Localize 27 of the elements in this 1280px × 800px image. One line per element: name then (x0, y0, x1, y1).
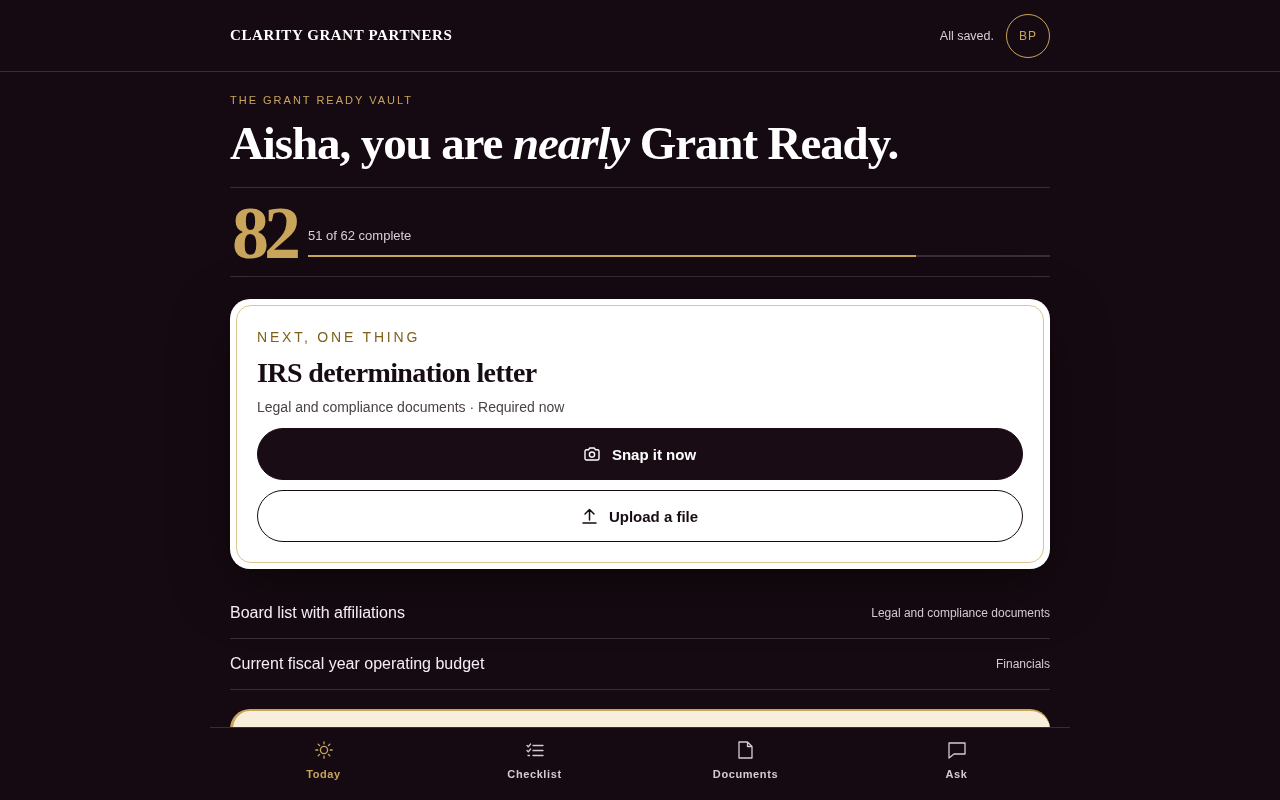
nav-tab[interactable]: Checklist (429, 728, 640, 800)
checklist-icon (525, 742, 544, 758)
document-icon (738, 741, 753, 759)
task-meta: Legal and compliance documents · Required now (257, 398, 566, 416)
page-heading: Aisha, you are nearly Grant Ready. (230, 117, 1050, 188)
task-title: IRS determination letter (257, 357, 538, 389)
chat-bubble-icon (947, 741, 966, 759)
item-category: Legal and compliance documents (871, 606, 1050, 620)
save-status: All saved. (939, 28, 994, 43)
section-eyebrow: THE GRANT READY VAULT (230, 94, 414, 107)
nav-tab[interactable]: Documents (640, 728, 851, 800)
progress-caption: 51 of 62 complete (308, 228, 413, 244)
queue-row[interactable]: Board list with affiliations Legal and compliance documents (230, 588, 1050, 639)
brand-name: CLARITY GRANT PARTNERS (230, 27, 453, 44)
camera-icon (583, 447, 600, 461)
nav-tab[interactable]: Ask (851, 728, 1062, 800)
card-eyebrow: NEXT, ONE THING (257, 329, 422, 345)
item-title: Current fiscal year operating budget (230, 655, 485, 673)
score-number: 82 (231, 202, 296, 264)
nav-tab[interactable]: Today (218, 728, 429, 800)
snap-button[interactable]: Snap it now (257, 428, 1023, 480)
upload-icon (581, 508, 597, 524)
sun-icon (314, 741, 333, 759)
item-title: Board list with affiliations (230, 604, 405, 622)
upload-button[interactable]: Upload a file (257, 490, 1023, 542)
item-category: Financials (995, 657, 1050, 671)
queue-row[interactable]: Current fiscal year operating budget Financials (230, 639, 1050, 690)
